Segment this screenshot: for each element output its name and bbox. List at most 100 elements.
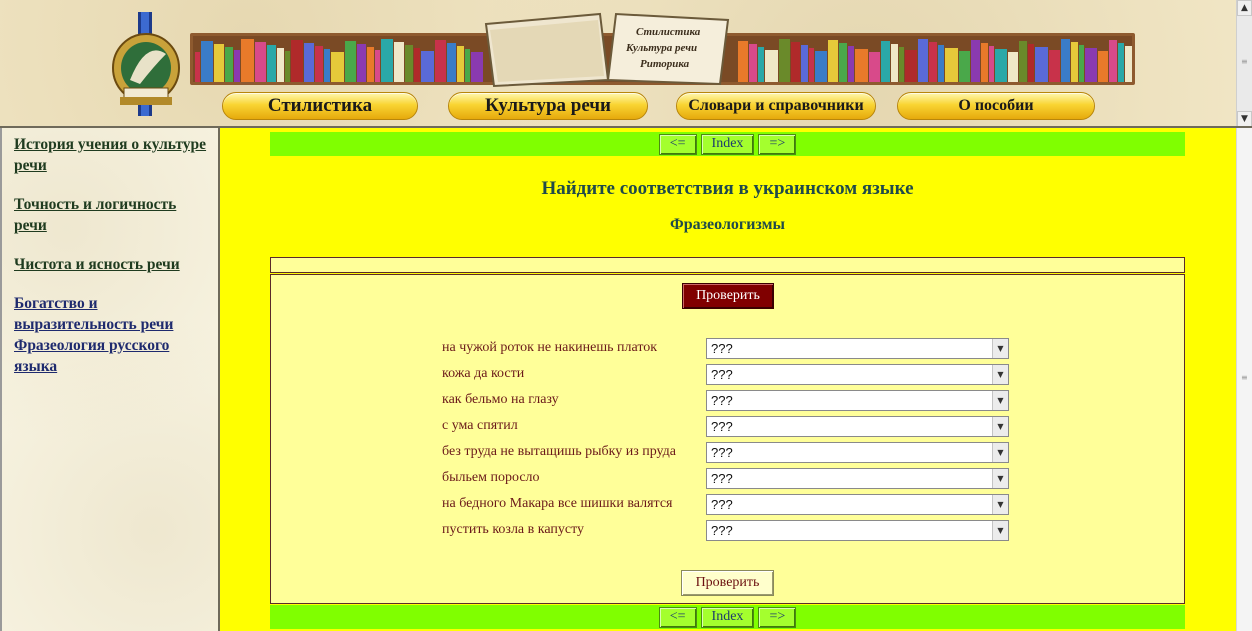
scroll-grip-icon[interactable]: ≡ bbox=[1241, 58, 1248, 66]
book-spine bbox=[375, 50, 380, 82]
book-spine bbox=[1079, 45, 1084, 82]
book-spine bbox=[331, 52, 344, 82]
book-spine bbox=[267, 45, 276, 82]
book-spine bbox=[1125, 46, 1132, 82]
index-button[interactable]: Index bbox=[700, 606, 755, 628]
book-spine bbox=[839, 43, 847, 82]
question-label: без труда не вытащишь рыбку из пруда bbox=[442, 444, 676, 459]
prev-button[interactable]: <= bbox=[658, 606, 697, 628]
book-spine bbox=[1049, 50, 1060, 82]
next-button[interactable]: => bbox=[758, 606, 797, 628]
book-spine bbox=[1035, 47, 1048, 82]
scroll-down-icon[interactable]: ▼ bbox=[1237, 111, 1252, 126]
scroll-up-icon[interactable]: ▲ bbox=[1237, 0, 1252, 16]
book-spine bbox=[938, 45, 944, 82]
chevron-down-icon[interactable]: ▼ bbox=[992, 469, 1008, 488]
sidebar-link-accuracy[interactable]: Точность и логичность речи bbox=[14, 194, 210, 236]
book-spine bbox=[945, 48, 958, 82]
question-label: на бедного Макара все шишки валятся bbox=[442, 496, 673, 511]
answer-select[interactable]: ??? ▼ bbox=[706, 494, 1009, 515]
book-spine bbox=[421, 51, 434, 82]
book-spine bbox=[1085, 48, 1097, 82]
chevron-down-icon[interactable]: ▼ bbox=[992, 391, 1008, 410]
book-spine bbox=[855, 49, 868, 82]
book-spine bbox=[828, 40, 838, 82]
book-spine bbox=[195, 52, 200, 82]
book-spine bbox=[405, 45, 413, 82]
book-spine bbox=[1028, 44, 1034, 82]
next-button[interactable]: => bbox=[758, 133, 797, 155]
book-spine bbox=[1098, 51, 1108, 82]
answer-select[interactable]: ??? ▼ bbox=[706, 364, 1009, 385]
question-label: пустить козла в капусту bbox=[442, 522, 585, 537]
chevron-down-icon[interactable]: ▼ bbox=[992, 417, 1008, 436]
book-spine bbox=[234, 50, 240, 82]
book-line-3: Риторика bbox=[640, 58, 690, 70]
book-spine bbox=[995, 49, 1007, 82]
book-spine bbox=[1118, 43, 1124, 82]
check-button-bottom[interactable]: Проверить bbox=[681, 570, 774, 596]
select-value: ??? bbox=[711, 523, 733, 538]
quiz-box bbox=[270, 274, 1185, 604]
book-spine bbox=[277, 48, 284, 82]
sidebar: История учения о культуре речи Точность … bbox=[0, 128, 220, 631]
book-spine bbox=[815, 51, 827, 82]
book-spine bbox=[738, 41, 748, 82]
select-value: ??? bbox=[711, 341, 733, 356]
header-scrollbar[interactable]: ▲ ≡ ▼ bbox=[1236, 0, 1252, 126]
book-spine bbox=[367, 47, 374, 82]
result-box bbox=[270, 257, 1185, 273]
book-spine bbox=[765, 50, 778, 82]
select-value: ??? bbox=[711, 497, 733, 512]
answer-select[interactable]: ??? ▼ bbox=[706, 416, 1009, 437]
select-value: ??? bbox=[711, 367, 733, 382]
book-spine bbox=[255, 42, 266, 82]
answer-select[interactable]: ??? ▼ bbox=[706, 390, 1009, 411]
book-spine bbox=[1109, 40, 1117, 82]
check-button-top[interactable]: Проверить bbox=[682, 283, 774, 309]
answer-select[interactable]: ??? ▼ bbox=[706, 442, 1009, 463]
book-spine bbox=[457, 46, 464, 82]
book-spine bbox=[447, 43, 456, 82]
book-spine bbox=[848, 46, 854, 82]
book-spine bbox=[414, 48, 420, 82]
question-label: кожа да кости bbox=[442, 366, 525, 381]
answer-select[interactable]: ??? ▼ bbox=[706, 338, 1009, 359]
book-spine bbox=[989, 46, 994, 82]
select-value: ??? bbox=[711, 471, 733, 486]
nav-dictionaries[interactable]: Словари и справочники bbox=[676, 92, 876, 120]
chevron-down-icon[interactable]: ▼ bbox=[992, 443, 1008, 462]
question-label: как бельмо на глазу bbox=[442, 392, 559, 407]
nav-speech-culture[interactable]: Культура речи bbox=[448, 92, 648, 120]
book-spine bbox=[357, 44, 366, 82]
question-label: на чужой роток не накинешь платок bbox=[442, 340, 658, 355]
answer-select[interactable]: ??? ▼ bbox=[706, 520, 1009, 541]
chevron-down-icon[interactable]: ▼ bbox=[992, 521, 1008, 540]
question-label: быльем поросло bbox=[442, 470, 540, 485]
book-spine bbox=[291, 40, 303, 82]
chevron-down-icon[interactable]: ▼ bbox=[992, 495, 1008, 514]
book-spine bbox=[869, 52, 880, 82]
book-spine bbox=[791, 42, 800, 82]
answer-select[interactable]: ??? ▼ bbox=[706, 468, 1009, 489]
bottom-navbar: <= Index => bbox=[270, 605, 1185, 629]
book-spine bbox=[881, 41, 890, 82]
index-button[interactable]: Index bbox=[700, 133, 755, 155]
page-title: Найдите соответствия в украинском языке bbox=[541, 178, 914, 199]
main-content: <= Index => Найдите соответствия в украи… bbox=[220, 128, 1252, 631]
nav-stylistics[interactable]: Стилистика bbox=[222, 92, 418, 120]
sidebar-link-purity[interactable]: Чистота и ясность речи bbox=[14, 254, 210, 275]
book-spine bbox=[345, 41, 356, 82]
main-scrollbar[interactable]: ≡ bbox=[1236, 128, 1252, 631]
book-spine bbox=[1071, 42, 1078, 82]
chevron-down-icon[interactable]: ▼ bbox=[992, 339, 1008, 358]
sidebar-link-richness[interactable]: Богатство и выразительность речи bbox=[14, 293, 210, 335]
sidebar-link-history[interactable]: История учения о культуре речи bbox=[14, 134, 210, 176]
sidebar-link-phraseology[interactable]: Фразеология русского языка bbox=[14, 335, 210, 377]
scroll-grip-icon[interactable]: ≡ bbox=[1241, 374, 1248, 382]
nav-about[interactable]: О пособии bbox=[897, 92, 1095, 120]
chevron-down-icon[interactable]: ▼ bbox=[992, 365, 1008, 384]
prev-button[interactable]: <= bbox=[658, 133, 697, 155]
book-spine bbox=[929, 42, 937, 82]
book-spine bbox=[959, 51, 970, 82]
